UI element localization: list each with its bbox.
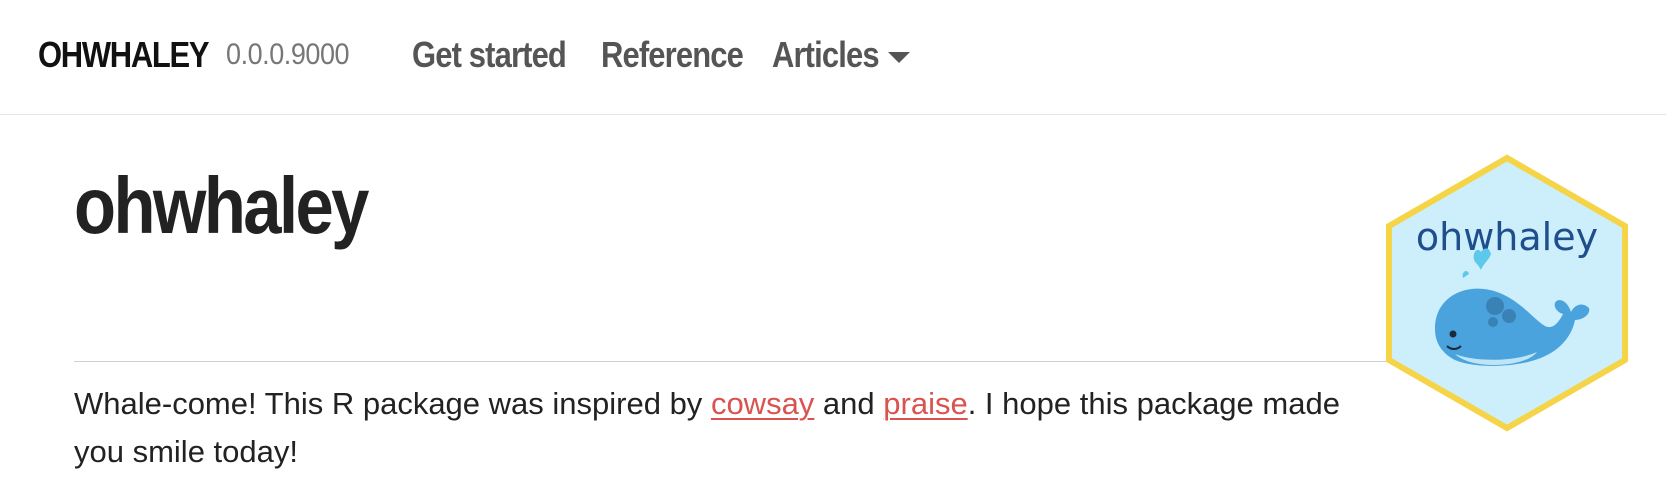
- intro-paragraph: Whale-come! This R package was inspired …: [74, 380, 1354, 476]
- intro-text-middle: and: [814, 386, 884, 421]
- praise-link[interactable]: praise: [883, 386, 967, 421]
- nav-get-started[interactable]: Get started: [412, 34, 567, 76]
- page-title: ohwhaley: [74, 161, 369, 250]
- nav-articles-dropdown[interactable]: Articles: [772, 34, 880, 76]
- version-label: 0.0.0.9000: [226, 38, 350, 71]
- caret-down-icon[interactable]: [888, 52, 910, 63]
- brand-link[interactable]: OHWHALEY: [38, 34, 210, 76]
- hex-border: [1386, 154, 1628, 432]
- title-divider: [74, 361, 1394, 362]
- nav-reference[interactable]: Reference: [601, 34, 744, 76]
- intro-text-start: Whale-come! This R package was inspired …: [74, 386, 711, 421]
- whale-hex-logo-icon: ohwhaley: [1386, 154, 1628, 432]
- logo-text: ohwhaley: [1416, 215, 1598, 259]
- cowsay-link[interactable]: cowsay: [711, 386, 814, 421]
- top-navbar: OHWHALEY 0.0.0.9000 Get started Referenc…: [0, 0, 1666, 115]
